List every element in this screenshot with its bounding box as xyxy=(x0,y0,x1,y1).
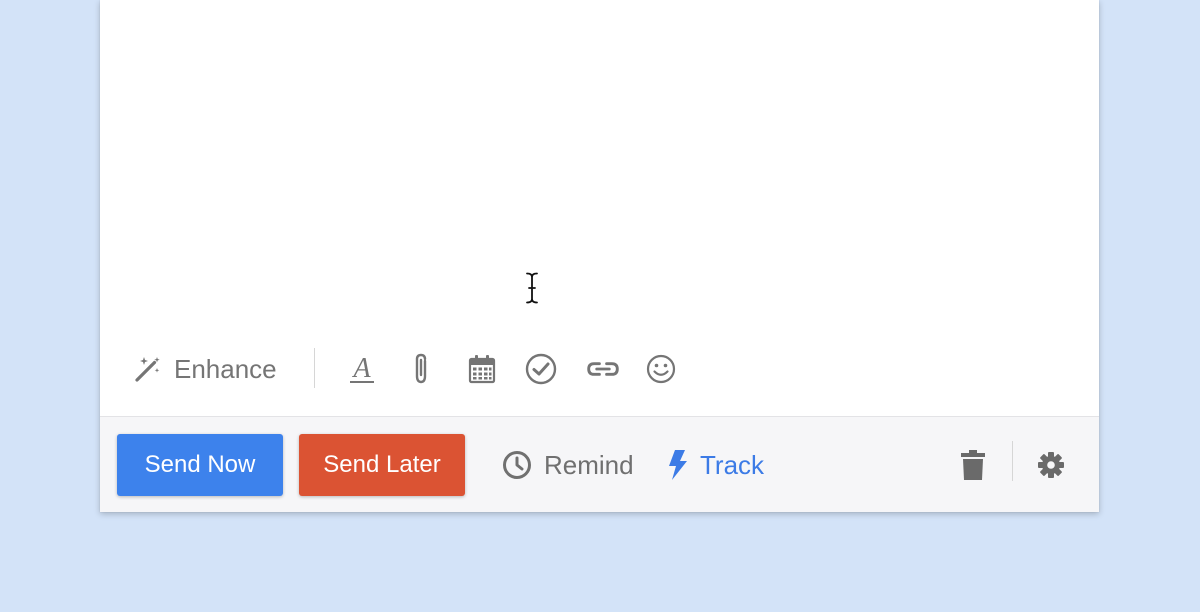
calendar-button[interactable] xyxy=(465,352,499,386)
checkmark-circle-icon xyxy=(525,353,557,385)
message-body[interactable] xyxy=(100,0,1099,336)
toolbar-divider xyxy=(314,348,315,388)
track-button[interactable]: Track xyxy=(666,447,764,483)
text-format-icon: A xyxy=(350,353,374,384)
emoji-icon xyxy=(646,354,676,384)
task-button[interactable] xyxy=(524,352,558,386)
send-actions-bar: Send Now Send Later Remind Track xyxy=(100,416,1099,512)
text-cursor-icon xyxy=(526,272,538,304)
insert-link-button[interactable] xyxy=(586,352,620,386)
enhance-label: Enhance xyxy=(174,353,277,384)
text-format-button[interactable]: A xyxy=(345,352,379,386)
remind-button[interactable]: Remind xyxy=(502,447,634,483)
action-divider xyxy=(1012,441,1013,481)
magic-wand-icon xyxy=(135,357,160,382)
clock-icon xyxy=(503,451,531,479)
paperclip-icon xyxy=(415,353,427,384)
formatting-toolbar: Enhance A xyxy=(100,340,1099,398)
trash-icon xyxy=(961,450,985,480)
remind-label: Remind xyxy=(544,449,634,480)
gear-icon xyxy=(1038,452,1064,478)
emoji-button[interactable] xyxy=(644,352,678,386)
track-label: Track xyxy=(700,449,765,480)
calendar-icon xyxy=(468,355,496,384)
link-icon xyxy=(587,362,619,376)
send-now-button[interactable]: Send Now xyxy=(117,434,283,496)
lightning-bolt-icon xyxy=(669,450,687,480)
svg-text:A: A xyxy=(351,353,371,384)
send-later-button[interactable]: Send Later xyxy=(299,434,465,496)
attach-button[interactable] xyxy=(404,352,438,386)
compose-window: Enhance A Send Now Send Later Remind Tra… xyxy=(100,0,1099,512)
settings-button[interactable] xyxy=(1034,447,1068,483)
discard-draft-button[interactable] xyxy=(956,447,990,483)
enhance-button[interactable]: Enhance xyxy=(134,352,277,386)
